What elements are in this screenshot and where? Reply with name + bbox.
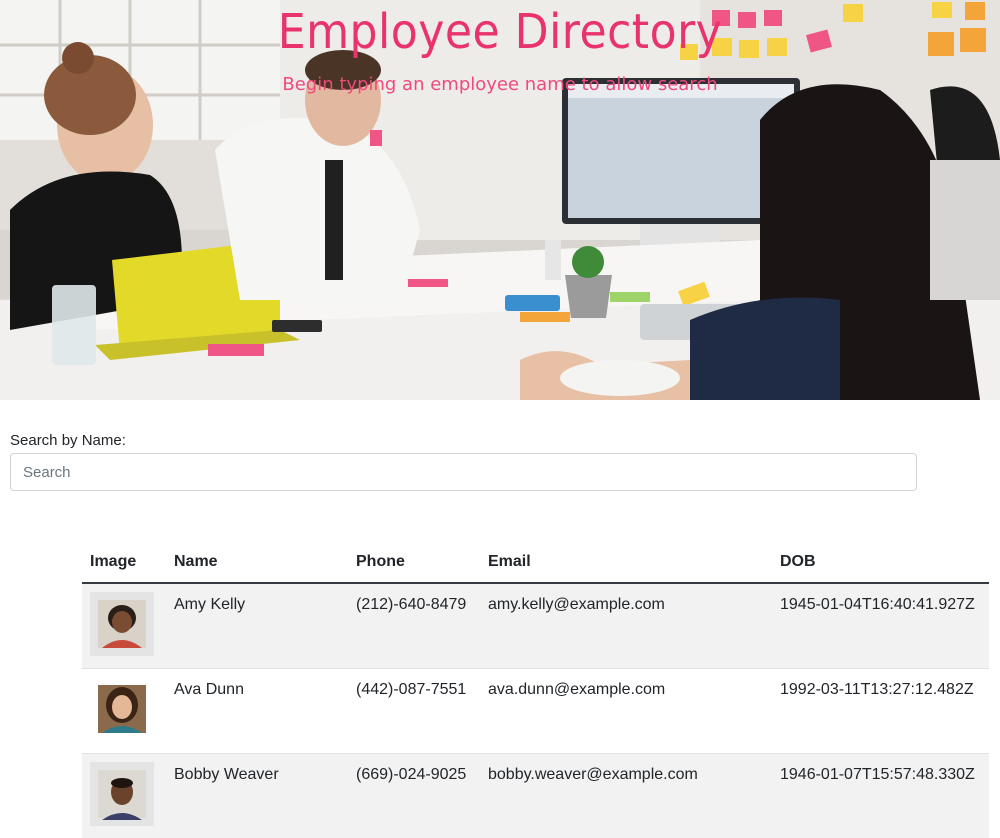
employee-email: bobby.weaver@example.com — [480, 754, 772, 838]
column-header-dob[interactable]: DOB — [772, 542, 989, 583]
table-row: Amy Kelly (212)-640-8479 amy.kelly@examp… — [82, 583, 989, 669]
hero-office-photo — [0, 0, 1000, 400]
search-form: Search by Name: — [10, 432, 917, 491]
employee-email: amy.kelly@example.com — [480, 583, 772, 669]
search-input[interactable] — [10, 453, 917, 491]
table-row: Ava Dunn (442)-087-7551 ava.dunn@example… — [82, 669, 989, 754]
hero-banner: Employee Directory Begin typing an emplo… — [0, 0, 1000, 400]
page-subtitle: Begin typing an employee name to allow s… — [0, 74, 1000, 95]
photo-cell — [82, 583, 166, 669]
employee-name: Ava Dunn — [166, 669, 348, 754]
table-header-row: Image Name Phone Email DOB — [82, 542, 989, 583]
avatar — [90, 592, 154, 656]
employee-phone: (212)-640-8479 — [348, 583, 480, 669]
employee-dob: 1992-03-11T13:27:12.482Z — [772, 669, 989, 754]
table-row: Bobby Weaver (669)-024-9025 bobby.weaver… — [82, 754, 989, 838]
column-header-email[interactable]: Email — [480, 542, 772, 583]
employee-name: Bobby Weaver — [166, 754, 348, 838]
employee-email: ava.dunn@example.com — [480, 669, 772, 754]
page-title: Employee Directory — [40, 4, 960, 60]
column-header-name[interactable]: Name — [166, 542, 348, 583]
avatar — [90, 762, 154, 826]
column-header-image[interactable]: Image — [82, 542, 166, 583]
employee-table: Image Name Phone Email DOB Amy Kelly (21… — [82, 542, 989, 838]
photo-cell — [82, 754, 166, 838]
photo-cell — [82, 669, 166, 754]
employee-phone: (442)-087-7551 — [348, 669, 480, 754]
employee-dob: 1946-01-07T15:57:48.330Z — [772, 754, 989, 838]
employee-name: Amy Kelly — [166, 583, 348, 669]
search-label: Search by Name: — [10, 432, 917, 449]
avatar — [90, 677, 154, 741]
employee-dob: 1945-01-04T16:40:41.927Z — [772, 583, 989, 669]
employee-phone: (669)-024-9025 — [348, 754, 480, 838]
column-header-phone[interactable]: Phone — [348, 542, 480, 583]
